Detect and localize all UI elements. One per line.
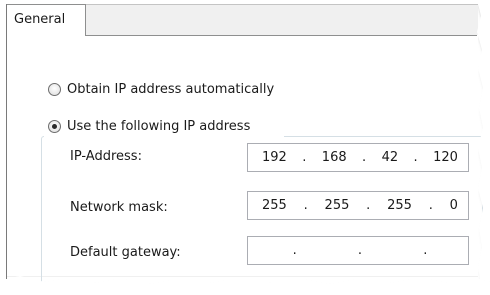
bottom-edge-cutout — [0, 276, 490, 295]
right-edge-cutout — [477, 0, 490, 284]
torn-edge-decoration — [0, 0, 490, 295]
